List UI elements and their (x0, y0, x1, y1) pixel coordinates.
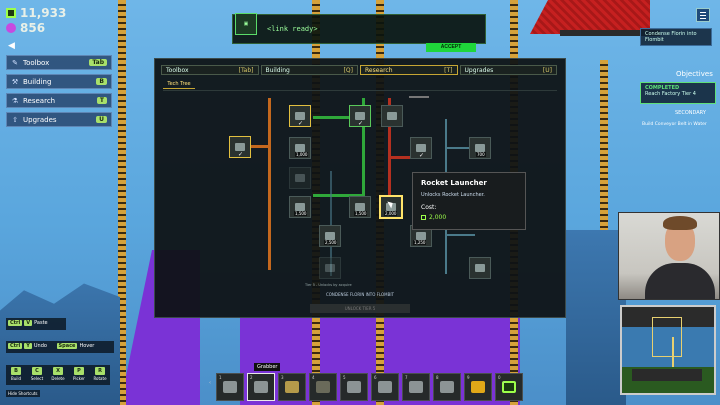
link-message: <link ready> (267, 25, 318, 33)
node-cost: 700 (476, 152, 486, 157)
hammer-icon: ⚒ (11, 77, 19, 86)
credits-counter: 11,933 (6, 6, 66, 20)
accept-button[interactable]: ACCEPT (426, 43, 476, 52)
menu-building[interactable]: ⚒ Building B (6, 74, 112, 89)
flask-icon: ⚗ (11, 96, 19, 105)
tooltip-cost: 2,000 (421, 214, 517, 221)
hide-shortcuts-button[interactable]: Hide Shortcuts (6, 390, 40, 397)
menu-upgrades[interactable]: ⇧ Upgrades U (6, 112, 112, 127)
hotbar-slot-2[interactable]: 2 (247, 373, 275, 401)
node-cost: 2,000 (384, 211, 398, 216)
webcam-overlay (618, 212, 720, 300)
minimap[interactable] (620, 305, 716, 395)
wrench-icon: ✎ (12, 58, 18, 67)
tooltip-description: Unlocks Rocket Launcher. (421, 192, 485, 198)
node-cost: 1,250 (413, 240, 427, 245)
gem-icon (6, 23, 16, 33)
tech-node[interactable]: ✓ (229, 136, 251, 158)
hotbar-slot-7[interactable]: 7 (402, 373, 430, 401)
tech-node[interactable]: ✓ (349, 105, 371, 127)
tech-node[interactable] (469, 257, 491, 279)
menu-research[interactable]: ⚗ Research T (6, 93, 112, 108)
robot-avatar-icon: ▣ (235, 13, 257, 35)
node-cost: 1,500 (354, 211, 368, 216)
hotbar-slot-1[interactable]: 1 (216, 373, 244, 401)
keybind-undo-hover: Ctrl Y Undo Space Hover (6, 341, 114, 353)
node-cost: 1,500 (294, 211, 308, 216)
wire (250, 145, 270, 148)
tooltip-cost-label: Cost: (421, 204, 437, 211)
objective-completed: COMPLETED Reach Factory Tier 4 (640, 82, 716, 104)
hotbar-left-arrow-icon[interactable]: ‹ (209, 380, 211, 386)
red-ore-top (530, 0, 650, 34)
wire (445, 234, 475, 236)
tooltip-title: Rocket Launcher (421, 179, 487, 187)
tech-node[interactable] (381, 105, 403, 127)
credit-icon (421, 215, 426, 220)
tech-node[interactable]: ✓ (410, 137, 432, 159)
unlock-tier-button[interactable]: UNLOCK TIER 5 (310, 304, 410, 313)
keybind-paste: Ctrl V Paste (6, 318, 66, 330)
condense-progress-label: CONDENSE FLORIN INTO FLOMBIT (325, 292, 395, 297)
arrow-up-icon: ⇧ (12, 115, 18, 124)
hotbar-slot-9[interactable]: 9 (464, 373, 492, 401)
credit-icon (6, 8, 16, 18)
secondary-objective: Build Conveyor Belt in Water (642, 122, 707, 127)
hotbar-slot-8[interactable]: 8 (433, 373, 461, 401)
tech-node[interactable] (319, 257, 341, 279)
gems-counter: 856 (6, 21, 45, 35)
hotbar-slot-3[interactable]: 3 (278, 373, 306, 401)
objective-top: Condense Florin into Flombit (640, 28, 712, 46)
hotbar: 1 2 3 4 5 6 7 8 9 0 (216, 373, 523, 401)
keybind-tools: B Build C Select X Delete P Picker R Rotate (6, 365, 110, 385)
tech-tooltip: Rocket Launcher Unlocks Rocket Launcher.… (412, 172, 526, 230)
tech-node[interactable]: ✓ (289, 105, 311, 127)
hotbar-slot-5[interactable]: 5 (340, 373, 368, 401)
node-cost: 1,000 (295, 152, 309, 157)
node-cost: 2,500 (324, 240, 338, 245)
hotbar-slot-4[interactable]: 4 (309, 373, 337, 401)
tech-node[interactable] (289, 167, 311, 189)
link-dialog: ▣ <link ready> (232, 13, 486, 44)
objectives-header: Objectives (676, 70, 713, 78)
menu-icon[interactable] (696, 8, 710, 22)
hotbar-slot-0[interactable]: 0 (495, 373, 523, 401)
secondary-label: SECONDARY (675, 110, 706, 116)
hotbar-right-arrow-icon[interactable]: › (503, 380, 505, 386)
ground-hills-right (566, 230, 626, 405)
wire (268, 98, 271, 270)
menu-toolbox[interactable]: ✎ Toolbox Tab (6, 55, 112, 70)
hotbar-tooltip: Grabber (254, 363, 281, 371)
hotbar-slot-6[interactable]: 6 (371, 373, 399, 401)
collapse-arrow-icon[interactable]: ◀ (8, 41, 15, 51)
tier-hint: Tier 5 - Unlocks by acquire (305, 283, 352, 287)
